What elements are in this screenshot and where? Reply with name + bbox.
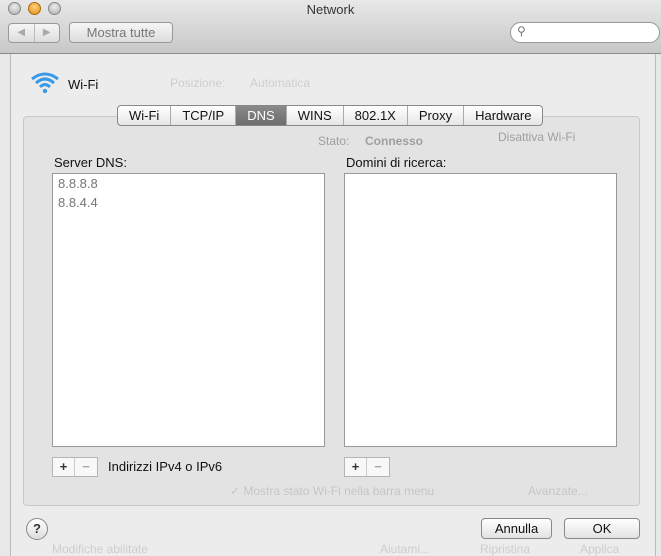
search-input[interactable]: ⚲ [510, 22, 660, 43]
remove-dns-button[interactable]: − [75, 458, 97, 476]
search-domains-label: Domini di ricerca: [346, 155, 447, 170]
tab-proxy[interactable]: Proxy [408, 106, 465, 125]
assist-text: Aiutami... [380, 542, 431, 556]
show-all-button[interactable]: Mostra tutte [69, 22, 173, 43]
dns-hint: Indirizzi IPv4 o IPv6 [108, 459, 223, 474]
tab-wins[interactable]: WINS [287, 106, 344, 125]
back-forward-buttons[interactable]: ◀ ▶ [8, 23, 60, 43]
tab-tcpip[interactable]: TCP/IP [171, 106, 237, 125]
add-dns-button[interactable]: + [53, 458, 75, 476]
search-icon: ⚲ [517, 24, 526, 38]
search-domains-list[interactable] [344, 173, 617, 447]
advanced-text: Avanzate... [528, 484, 588, 498]
apply-text: Applica [580, 542, 620, 556]
list-item[interactable]: 8.8.4.4 [53, 193, 324, 212]
revert-text: Ripristina [480, 542, 531, 556]
show-status-text: ✓ Mostra stato Wi-Fi nella barra menu [230, 484, 435, 498]
ok-button[interactable]: OK [564, 518, 640, 539]
forward-icon[interactable]: ▶ [35, 24, 60, 42]
tab-hardware[interactable]: Hardware [464, 106, 542, 125]
tab-dns[interactable]: DNS [236, 106, 287, 125]
location-value: Automatica [250, 76, 311, 90]
wifi-icon [31, 72, 59, 94]
interface-name: Wi-Fi [68, 77, 99, 92]
help-button[interactable]: ? [26, 518, 48, 540]
lock-text: Modifiche abilitate [52, 542, 149, 556]
title-bar: Network ◀ ▶ Mostra tutte ⚲ [0, 0, 661, 54]
tab-8021x[interactable]: 802.1X [344, 106, 408, 125]
tab-bar: Wi-Fi TCP/IP DNS WINS 802.1X Proxy Hardw… [117, 105, 544, 126]
window-title: Network [306, 2, 355, 17]
dns-add-remove: + − [52, 457, 98, 477]
cancel-button[interactable]: Annulla [481, 518, 552, 539]
location-label: Posizione: [170, 76, 226, 90]
remove-domain-button[interactable]: − [367, 458, 389, 476]
dns-servers-list[interactable]: 8.8.8.8 8.8.4.4 [52, 173, 325, 447]
domain-add-remove: + − [344, 457, 390, 477]
back-icon[interactable]: ◀ [9, 24, 35, 42]
add-domain-button[interactable]: + [345, 458, 367, 476]
dns-servers-label: Server DNS: [54, 155, 127, 170]
tab-wifi[interactable]: Wi-Fi [118, 106, 172, 125]
list-item[interactable]: 8.8.8.8 [53, 174, 324, 193]
